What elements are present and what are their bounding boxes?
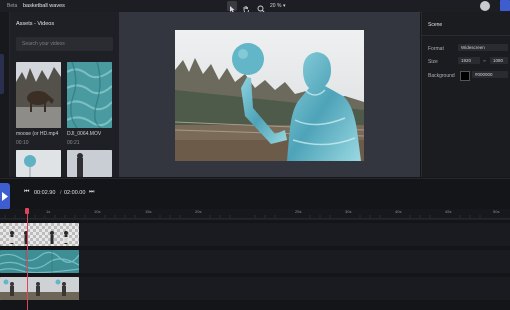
skip-forward-icon[interactable]: ⏭ bbox=[89, 189, 94, 196]
timeline-clip-balloon[interactable] bbox=[0, 223, 79, 246]
ruler-label: 25s bbox=[295, 209, 302, 214]
assets-panel: Assets - Videos Search your videos moose… bbox=[10, 12, 119, 177]
zoom-level[interactable]: 20 % bbox=[270, 3, 281, 9]
ruler-ticks bbox=[4, 215, 481, 218]
track-empty[interactable] bbox=[79, 223, 510, 246]
asset-thumbnail-balloon[interactable] bbox=[16, 150, 61, 177]
hand-tool-button[interactable] bbox=[241, 1, 251, 14]
inspector-title: Scene bbox=[428, 22, 443, 28]
skip-back-icon[interactable]: ⏮ bbox=[24, 189, 29, 196]
ruler-label: 15s bbox=[145, 209, 152, 214]
ruler-label: 40s bbox=[395, 209, 402, 214]
left-rail bbox=[0, 12, 10, 177]
chevron-down-icon[interactable]: ▾ bbox=[283, 3, 286, 9]
asset-thumbnail-water[interactable] bbox=[67, 62, 112, 128]
ruler-label: 30s bbox=[345, 209, 352, 214]
total-time: 02:00.00 bbox=[64, 190, 86, 196]
avatar[interactable] bbox=[480, 1, 490, 11]
play-button[interactable] bbox=[0, 183, 10, 210]
background-color-field[interactable]: #000000 bbox=[472, 71, 508, 78]
background-label: Background bbox=[428, 73, 455, 79]
rail-item-videos[interactable] bbox=[0, 54, 4, 94]
height-field[interactable]: 1080 bbox=[490, 57, 508, 64]
format-select[interactable]: Widescreen bbox=[458, 44, 508, 51]
scene-canvas[interactable] bbox=[175, 30, 364, 161]
timeline-clip-water[interactable] bbox=[0, 250, 79, 273]
canvas-area bbox=[119, 12, 420, 177]
asset-thumbnail-moose[interactable] bbox=[16, 62, 61, 128]
select-tool-button[interactable] bbox=[227, 1, 237, 13]
play-icon bbox=[2, 192, 8, 201]
export-button[interactable] bbox=[500, 0, 510, 11]
track-empty[interactable] bbox=[79, 277, 510, 300]
divider bbox=[422, 35, 510, 36]
timeline: ⏮ 00:02.90 / 02:00.00 ⏭ 1s 10s 15s 20s 2… bbox=[0, 178, 510, 310]
zoom-tool-button[interactable] bbox=[256, 1, 266, 13]
water-clip-frames bbox=[0, 250, 79, 273]
ruler-label: 1s bbox=[46, 209, 51, 214]
ruler-label: 50s bbox=[493, 209, 500, 214]
assets-title: Assets - Videos bbox=[16, 21, 55, 27]
ruler-label: 10s bbox=[94, 209, 101, 214]
search-input[interactable]: Search your videos bbox=[16, 37, 113, 51]
project-title[interactable]: basketball waves bbox=[23, 3, 65, 9]
asset-duration: 00:21 bbox=[67, 140, 80, 146]
time-separator: / bbox=[60, 190, 62, 196]
width-field[interactable]: 1920 bbox=[458, 57, 480, 64]
balloon-thumbnail-image bbox=[16, 150, 61, 177]
track-divider bbox=[0, 219, 510, 220]
timeline-ruler[interactable]: 1s 10s 15s 20s 25s 30s 40s 45s 50s bbox=[0, 209, 510, 219]
person-clip-frames bbox=[0, 277, 79, 300]
balloon-clip-frames bbox=[9, 231, 69, 244]
asset-name: moose (or HD.mp4 bbox=[16, 131, 59, 137]
ruler-label: 45s bbox=[445, 209, 452, 214]
water-thumbnail-image bbox=[67, 62, 112, 128]
ruler-label: 20s bbox=[195, 209, 202, 214]
link-icon[interactable]: ∞ bbox=[483, 58, 486, 63]
asset-thumbnail-person[interactable] bbox=[67, 150, 112, 177]
timeline-clip-person[interactable] bbox=[0, 277, 79, 300]
moose-thumbnail-image bbox=[16, 62, 61, 128]
current-time: 00:02.90 bbox=[34, 190, 56, 196]
inspector-panel: Scene Format Widescreen Size 1920 ∞ 1080… bbox=[421, 12, 510, 177]
size-label: Size bbox=[428, 59, 438, 65]
format-label: Format bbox=[428, 46, 444, 52]
person-thumbnail-image bbox=[67, 150, 112, 177]
app-logo: Beta bbox=[7, 3, 18, 9]
asset-name: DJI_0064.MOV bbox=[67, 131, 102, 137]
background-color-swatch[interactable] bbox=[460, 71, 470, 81]
track-empty[interactable] bbox=[79, 250, 510, 273]
playhead-line[interactable] bbox=[26, 212, 28, 310]
scene-preview-image bbox=[175, 30, 364, 161]
asset-duration: 00:10 bbox=[16, 140, 29, 146]
